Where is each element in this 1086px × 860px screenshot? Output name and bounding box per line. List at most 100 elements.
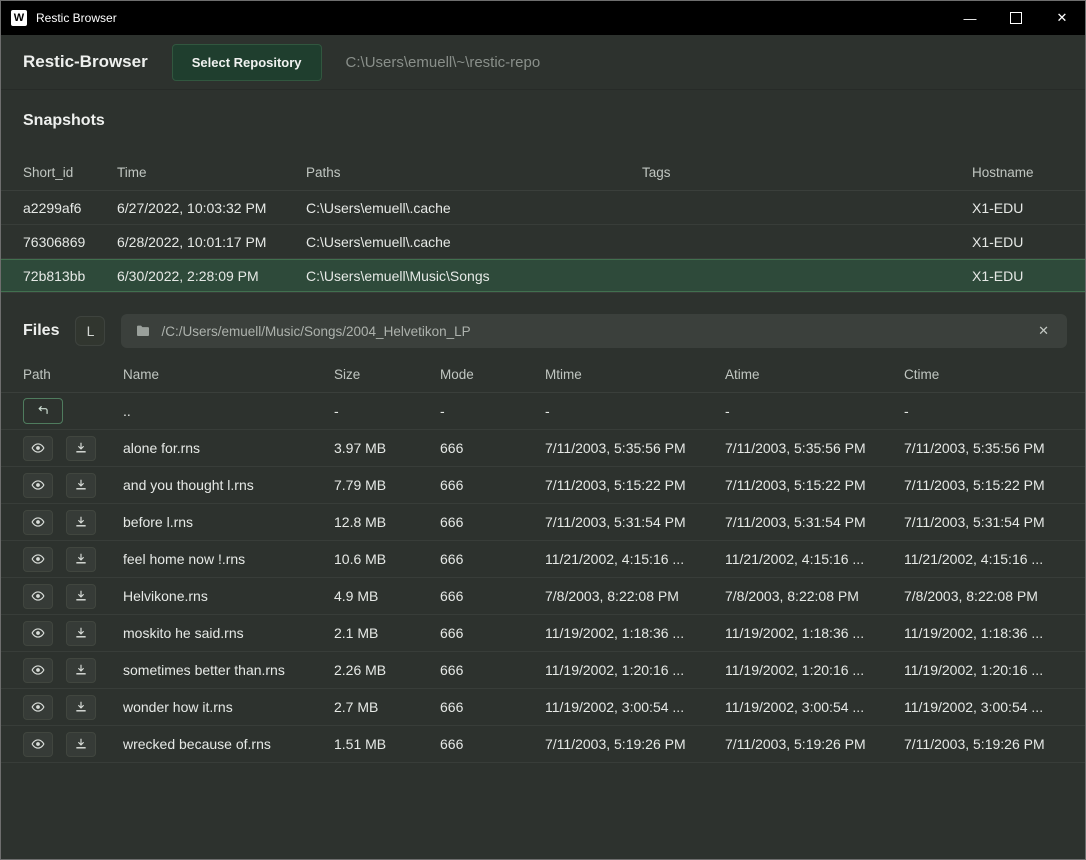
file-name: moskito he said.rns <box>123 625 334 641</box>
download-button[interactable] <box>66 436 96 461</box>
download-button[interactable] <box>66 695 96 720</box>
download-button[interactable] <box>66 510 96 535</box>
col-tags: Tags <box>642 165 972 180</box>
snapshot-hostname: X1-EDU <box>972 234 1063 250</box>
file-size: 12.8 MB <box>334 514 440 530</box>
file-size: 10.6 MB <box>334 551 440 567</box>
file-size: - <box>334 403 440 419</box>
return-arrow-icon <box>36 404 50 418</box>
file-mode: 666 <box>440 551 545 567</box>
file-atime: 7/11/2003, 5:19:26 PM <box>725 736 904 752</box>
repository-path: C:\Users\emuell\~\restic-repo <box>346 54 541 71</box>
download-icon <box>74 441 88 455</box>
preview-button[interactable] <box>23 621 53 646</box>
download-icon <box>74 589 88 603</box>
download-icon <box>74 552 88 566</box>
file-size: 3.97 MB <box>334 440 440 456</box>
file-mode: 666 <box>440 588 545 604</box>
files-path-text: /C:/Users/emuell/Music/Songs/2004_Helvet… <box>161 324 1024 339</box>
preview-button[interactable] <box>23 658 53 683</box>
file-mode: 666 <box>440 477 545 493</box>
preview-button[interactable] <box>23 695 53 720</box>
download-button[interactable] <box>66 473 96 498</box>
file-ctime: 7/8/2003, 8:22:08 PM <box>904 588 1063 604</box>
file-ctime: 11/19/2002, 3:00:54 ... <box>904 699 1063 715</box>
file-mtime: 11/19/2002, 1:20:16 ... <box>545 662 725 678</box>
file-mtime: 11/21/2002, 4:15:16 ... <box>545 551 725 567</box>
eye-icon <box>31 589 45 603</box>
snapshot-row-selected[interactable]: 72b813bb 6/30/2022, 2:28:09 PM C:\Users\… <box>1 259 1085 293</box>
file-row: moskito he said.rns 2.1 MB 666 11/19/200… <box>1 615 1085 652</box>
file-ctime: 7/11/2003, 5:35:56 PM <box>904 440 1063 456</box>
file-mode: 666 <box>440 514 545 530</box>
close-button[interactable]: ✕ <box>1039 1 1085 35</box>
file-mode: - <box>440 403 545 419</box>
file-mtime: 7/8/2003, 8:22:08 PM <box>545 588 725 604</box>
file-mtime: - <box>545 403 725 419</box>
parent-directory-button[interactable] <box>23 398 63 424</box>
file-ctime: 7/11/2003, 5:19:26 PM <box>904 736 1063 752</box>
file-ctime: 7/11/2003, 5:15:22 PM <box>904 477 1063 493</box>
files-bar: Files L /C:/Users/emuell/Music/Songs/200… <box>1 306 1085 356</box>
col-mtime: Mtime <box>545 367 725 382</box>
preview-button[interactable] <box>23 510 53 535</box>
file-name: .. <box>123 403 334 419</box>
parent-directory-row: .. - - - - - <box>1 393 1085 430</box>
eye-icon <box>31 552 45 566</box>
snapshot-row[interactable]: 76306869 6/28/2022, 10:01:17 PM C:\Users… <box>1 225 1085 259</box>
download-button[interactable] <box>66 658 96 683</box>
file-mtime: 7/11/2003, 5:31:54 PM <box>545 514 725 530</box>
file-row: Helvikone.rns 4.9 MB 666 7/8/2003, 8:22:… <box>1 578 1085 615</box>
preview-button[interactable] <box>23 473 53 498</box>
download-button[interactable] <box>66 584 96 609</box>
app-title: Restic-Browser <box>23 52 148 72</box>
tree-toggle-button[interactable]: L <box>75 316 105 346</box>
snapshot-time: 6/28/2022, 10:01:17 PM <box>117 234 306 250</box>
maximize-button[interactable] <box>993 1 1039 35</box>
file-ctime: 11/19/2002, 1:20:16 ... <box>904 662 1063 678</box>
file-mtime: 7/11/2003, 5:15:22 PM <box>545 477 725 493</box>
snapshots-table-header: Short_id Time Paths Tags Hostname <box>1 154 1085 191</box>
app-window: W Restic Browser — ✕ Restic-Browser Sele… <box>0 0 1086 860</box>
file-atime: 11/19/2002, 1:18:36 ... <box>725 625 904 641</box>
select-repository-button[interactable]: Select Repository <box>172 44 322 81</box>
file-atime: 11/19/2002, 1:20:16 ... <box>725 662 904 678</box>
file-name: sometimes better than.rns <box>123 662 334 678</box>
app-header: Restic-Browser Select Repository C:\User… <box>1 35 1085 90</box>
col-paths: Paths <box>306 165 642 180</box>
snapshot-row[interactable]: a2299af6 6/27/2022, 10:03:32 PM C:\Users… <box>1 191 1085 225</box>
preview-button[interactable] <box>23 436 53 461</box>
window-controls: — ✕ <box>947 1 1085 35</box>
file-atime: 7/8/2003, 8:22:08 PM <box>725 588 904 604</box>
snapshot-hostname: X1-EDU <box>972 268 1063 284</box>
file-mtime: 7/11/2003, 5:19:26 PM <box>545 736 725 752</box>
file-mtime: 11/19/2002, 3:00:54 ... <box>545 699 725 715</box>
file-mode: 666 <box>440 662 545 678</box>
download-button[interactable] <box>66 621 96 646</box>
eye-icon <box>31 663 45 677</box>
eye-icon <box>31 515 45 529</box>
file-row: alone for.rns 3.97 MB 666 7/11/2003, 5:3… <box>1 430 1085 467</box>
file-row: and you thought l.rns 7.79 MB 666 7/11/2… <box>1 467 1085 504</box>
file-mode: 666 <box>440 440 545 456</box>
minimize-button[interactable]: — <box>947 1 993 35</box>
file-mode: 666 <box>440 736 545 752</box>
snapshot-time: 6/27/2022, 10:03:32 PM <box>117 200 306 216</box>
preview-button[interactable] <box>23 547 53 572</box>
file-name: and you thought l.rns <box>123 477 334 493</box>
download-button[interactable] <box>66 547 96 572</box>
snapshot-paths: C:\Users\emuell\Music\Songs <box>306 268 642 284</box>
file-ctime: 11/21/2002, 4:15:16 ... <box>904 551 1063 567</box>
snapshots-title: Snapshots <box>1 90 1085 132</box>
file-atime: 11/19/2002, 3:00:54 ... <box>725 699 904 715</box>
col-path: Path <box>23 367 123 382</box>
files-path-bar[interactable]: /C:/Users/emuell/Music/Songs/2004_Helvet… <box>121 314 1067 348</box>
file-ctime: 11/19/2002, 1:18:36 ... <box>904 625 1063 641</box>
clear-path-button[interactable]: ✕ <box>1034 321 1053 341</box>
snapshot-short-id: 72b813bb <box>23 268 117 284</box>
preview-button[interactable] <box>23 732 53 757</box>
file-atime: 7/11/2003, 5:15:22 PM <box>725 477 904 493</box>
preview-button[interactable] <box>23 584 53 609</box>
download-button[interactable] <box>66 732 96 757</box>
file-ctime: 7/11/2003, 5:31:54 PM <box>904 514 1063 530</box>
